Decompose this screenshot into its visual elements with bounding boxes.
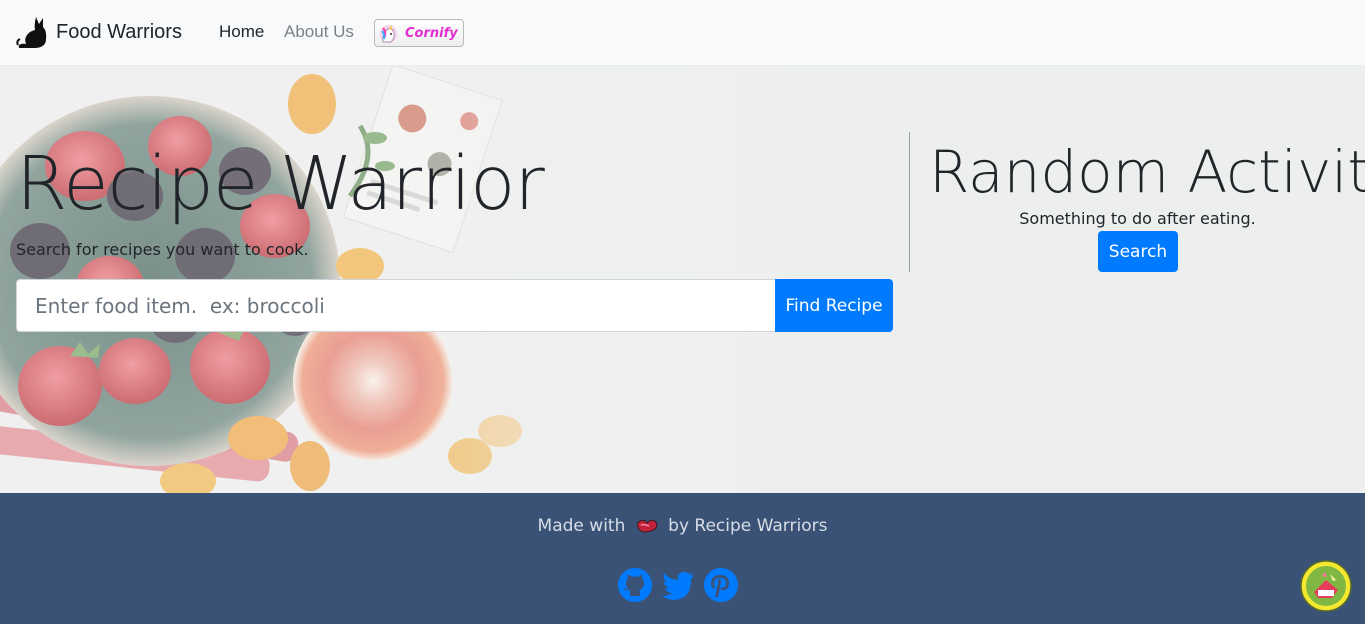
navbar: Food Warriors Home About Us Cornify: [0, 0, 1365, 66]
brand-name: Food Warriors: [56, 20, 182, 43]
recipe-search-form: Find Recipe: [16, 279, 893, 332]
activity-subtitle: Something to do after eating.: [1019, 209, 1256, 228]
brand-link[interactable]: Food Warriors: [16, 14, 182, 50]
hero-section: Recipe Warrior Search for recipes you wa…: [0, 66, 1365, 493]
unicorn-icon: [379, 24, 398, 43]
footer-credit: Made with by Recipe Warriors: [0, 516, 1365, 536]
by-text: by Recipe Warriors: [668, 516, 828, 536]
github-icon[interactable]: [617, 567, 653, 603]
find-recipe-button[interactable]: Find Recipe: [775, 279, 893, 332]
ninja-cat-logo-icon: [16, 17, 47, 48]
nav-home-link[interactable]: Home: [219, 22, 264, 42]
cornify-label: Cornify: [405, 25, 458, 41]
page-subtitle: Search for recipes you want to cook.: [16, 240, 309, 259]
page-title: Recipe Warrior: [16, 141, 545, 227]
section-divider: [909, 132, 910, 272]
cornify-button[interactable]: Cornify: [374, 19, 464, 47]
made-with-text: Made with: [537, 516, 626, 536]
footer: Made with by Recipe Warriors: [0, 493, 1365, 624]
activity-title: Random Activity: [929, 138, 1365, 206]
twitter-icon[interactable]: [660, 567, 696, 603]
nav-about-link[interactable]: About Us: [284, 22, 354, 42]
pinterest-icon[interactable]: [703, 567, 739, 603]
heart-icon: [636, 519, 658, 533]
food-search-input[interactable]: [16, 279, 775, 332]
activity-search-button[interactable]: Search: [1098, 231, 1178, 272]
cornify-badge-icon[interactable]: [1300, 560, 1352, 612]
